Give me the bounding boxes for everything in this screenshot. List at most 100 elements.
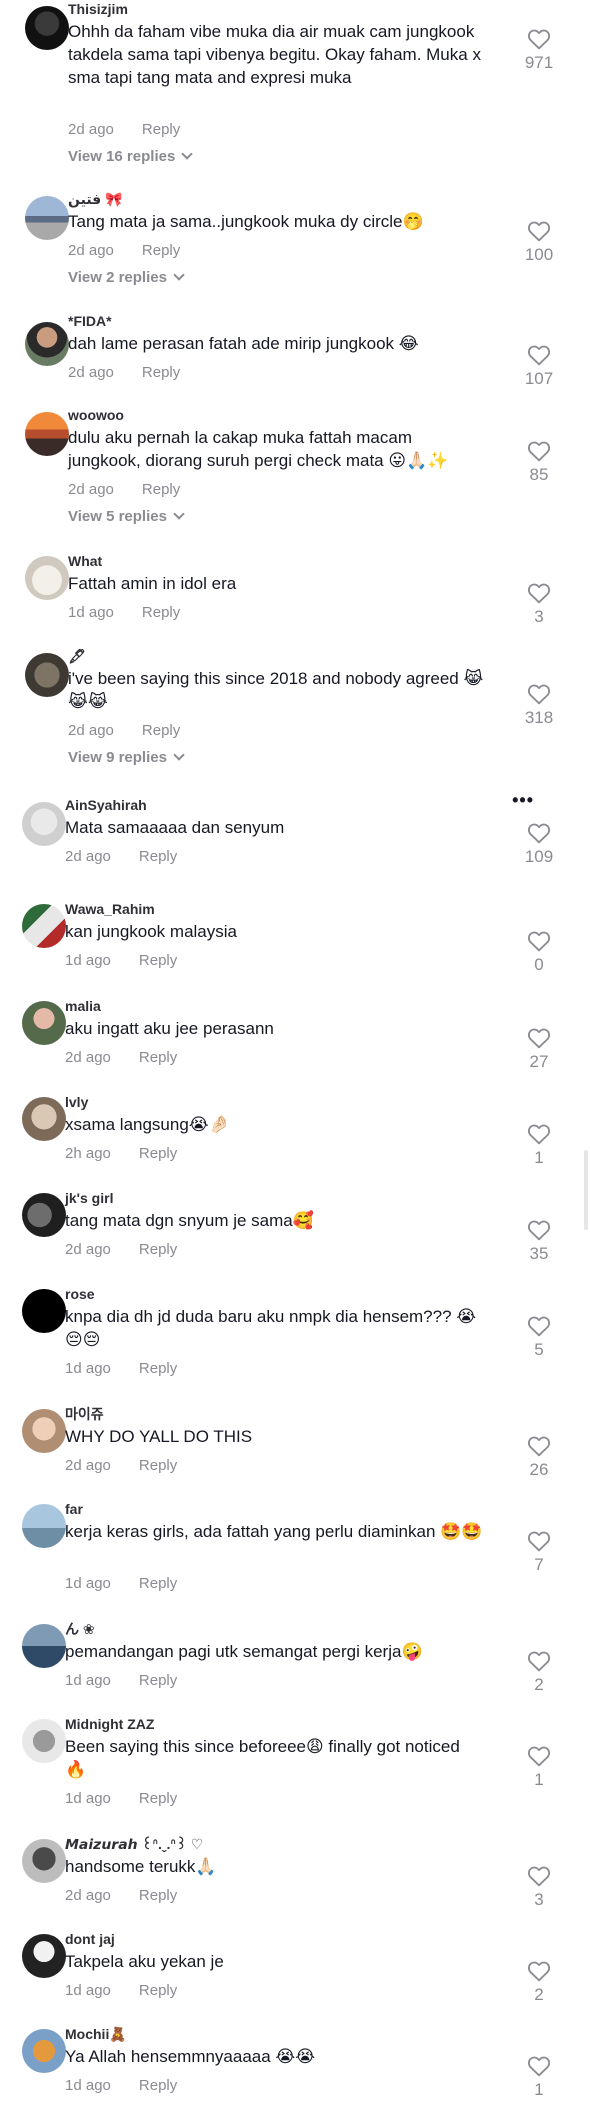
avatar[interactable]: [22, 1001, 66, 1045]
like-button[interactable]: 26: [519, 1435, 559, 1481]
reply-button[interactable]: Reply: [142, 242, 180, 259]
comment-username[interactable]: jk's girl: [65, 1189, 113, 1207]
comment-username[interactable]: 𝙈𝙖𝙞𝙯𝙪𝙧𝙖𝙝 ꒰ᐢ.ˬ.ᐢ꒱ ♡: [65, 1835, 203, 1853]
avatar[interactable]: [22, 2029, 66, 2073]
reply-button[interactable]: Reply: [139, 952, 177, 969]
reply-button[interactable]: Reply: [139, 1241, 177, 1258]
avatar[interactable]: [22, 1097, 66, 1141]
like-button[interactable]: 100: [519, 220, 559, 266]
heart-icon: [519, 1219, 559, 1241]
comment-username[interactable]: Midnight ZAZ: [65, 1715, 154, 1733]
comment-username[interactable]: woowoo: [68, 406, 124, 424]
avatar[interactable]: [22, 1409, 66, 1453]
avatar[interactable]: [25, 322, 69, 366]
like-count: 5: [534, 1340, 544, 1359]
like-button[interactable]: 7: [519, 1530, 559, 1576]
like-button[interactable]: 107: [519, 344, 559, 390]
comment-time: 2d ago: [65, 1049, 111, 1066]
avatar[interactable]: [25, 6, 69, 50]
scrollbar[interactable]: [584, 1150, 588, 1230]
comment-time: 1d ago: [65, 1360, 111, 1377]
reply-button[interactable]: Reply: [139, 1360, 177, 1377]
heart-icon: [519, 1435, 559, 1457]
avatar[interactable]: [22, 1719, 66, 1763]
like-button[interactable]: 3: [519, 1865, 559, 1911]
reply-button[interactable]: Reply: [139, 1049, 177, 1066]
like-count: 0: [534, 955, 544, 974]
like-button[interactable]: 35: [519, 1219, 559, 1265]
avatar[interactable]: [22, 802, 66, 846]
reply-button[interactable]: Reply: [139, 2077, 177, 2094]
heart-icon: [519, 2055, 559, 2077]
avatar[interactable]: [22, 1504, 66, 1548]
like-button[interactable]: 2: [519, 1960, 559, 2006]
reply-button[interactable]: Reply: [142, 364, 180, 381]
like-button[interactable]: 109: [519, 822, 559, 868]
reply-button[interactable]: Reply: [139, 1790, 177, 1807]
comment-text: Mata samaaaaa dan senyum: [65, 818, 285, 837]
avatar[interactable]: [25, 556, 69, 600]
view-replies-button[interactable]: View 9 replies: [68, 748, 185, 768]
comment-username[interactable]: Thisizjim: [68, 0, 128, 18]
comment-username[interactable]: malia: [65, 997, 101, 1015]
like-button[interactable]: 1: [519, 2055, 559, 2101]
view-replies-button[interactable]: View 2 replies: [68, 268, 185, 288]
reply-button[interactable]: Reply: [142, 604, 180, 621]
reply-button[interactable]: Reply: [139, 1457, 177, 1474]
like-button[interactable]: 85: [519, 440, 559, 486]
like-button[interactable]: 5: [519, 1315, 559, 1361]
comment-username[interactable]: rose: [65, 1285, 95, 1303]
reply-button[interactable]: Reply: [139, 1982, 177, 1999]
view-replies-button[interactable]: View 16 replies: [68, 147, 193, 167]
like-button[interactable]: 3: [519, 582, 559, 628]
comment-meta: 2d ago Reply: [65, 1456, 177, 1476]
like-button[interactable]: 0: [519, 930, 559, 976]
reply-button[interactable]: Reply: [139, 1672, 177, 1689]
reply-button[interactable]: Reply: [139, 1145, 177, 1162]
comment-time: 2d ago: [65, 1887, 111, 1904]
view-replies-label: View 2 replies: [68, 269, 167, 286]
heart-icon: [519, 1865, 559, 1887]
like-button[interactable]: 2: [519, 1650, 559, 1696]
comment-meta: 1d ago Reply: [65, 1671, 177, 1691]
comment-username[interactable]: 마이쥬: [65, 1405, 104, 1423]
like-button[interactable]: 1: [519, 1745, 559, 1791]
avatar[interactable]: [25, 196, 69, 240]
like-button[interactable]: 1: [519, 1123, 559, 1169]
avatar[interactable]: [22, 1934, 66, 1978]
like-count: 1: [534, 2080, 544, 2099]
reply-button[interactable]: Reply: [142, 481, 180, 498]
comment-username[interactable]: Mochii🧸: [65, 2025, 127, 2043]
reply-button[interactable]: Reply: [139, 848, 177, 865]
comment-username[interactable]: 🖋: [68, 647, 86, 665]
avatar[interactable]: [22, 1193, 66, 1237]
like-count: 27: [529, 1052, 549, 1071]
comment-username[interactable]: far: [65, 1500, 83, 1518]
avatar[interactable]: [22, 904, 66, 948]
like-button[interactable]: 971: [519, 28, 559, 74]
avatar[interactable]: [22, 1839, 66, 1883]
like-button[interactable]: 318: [519, 683, 559, 729]
comment-time: 1d ago: [65, 1982, 111, 1999]
reply-button[interactable]: Reply: [139, 1575, 177, 1592]
avatar[interactable]: [25, 412, 69, 456]
comment-username[interactable]: lvly: [65, 1093, 88, 1111]
comment-username[interactable]: What: [68, 552, 102, 570]
comment-username[interactable]: AinSyahirah: [65, 796, 147, 814]
reply-button[interactable]: Reply: [142, 121, 180, 138]
avatar[interactable]: [25, 653, 69, 697]
avatar[interactable]: [22, 1289, 66, 1333]
view-replies-button[interactable]: View 5 replies: [68, 507, 185, 527]
like-button[interactable]: 27: [519, 1027, 559, 1073]
reply-button[interactable]: Reply: [139, 1887, 177, 1904]
like-count: 2: [534, 1675, 544, 1694]
avatar[interactable]: [22, 1624, 66, 1668]
comment-username[interactable]: فتين 🎀: [68, 190, 123, 208]
comment-username[interactable]: dont jaj: [65, 1930, 115, 1948]
comment-username[interactable]: ん ❀: [65, 1620, 95, 1638]
comment-username[interactable]: Wawa_Rahim: [65, 900, 155, 918]
reply-button[interactable]: Reply: [142, 722, 180, 739]
comment-username[interactable]: *FIDA*: [68, 312, 112, 330]
comment-time: 1d ago: [68, 604, 114, 621]
more-options-icon[interactable]: •••: [512, 790, 534, 811]
